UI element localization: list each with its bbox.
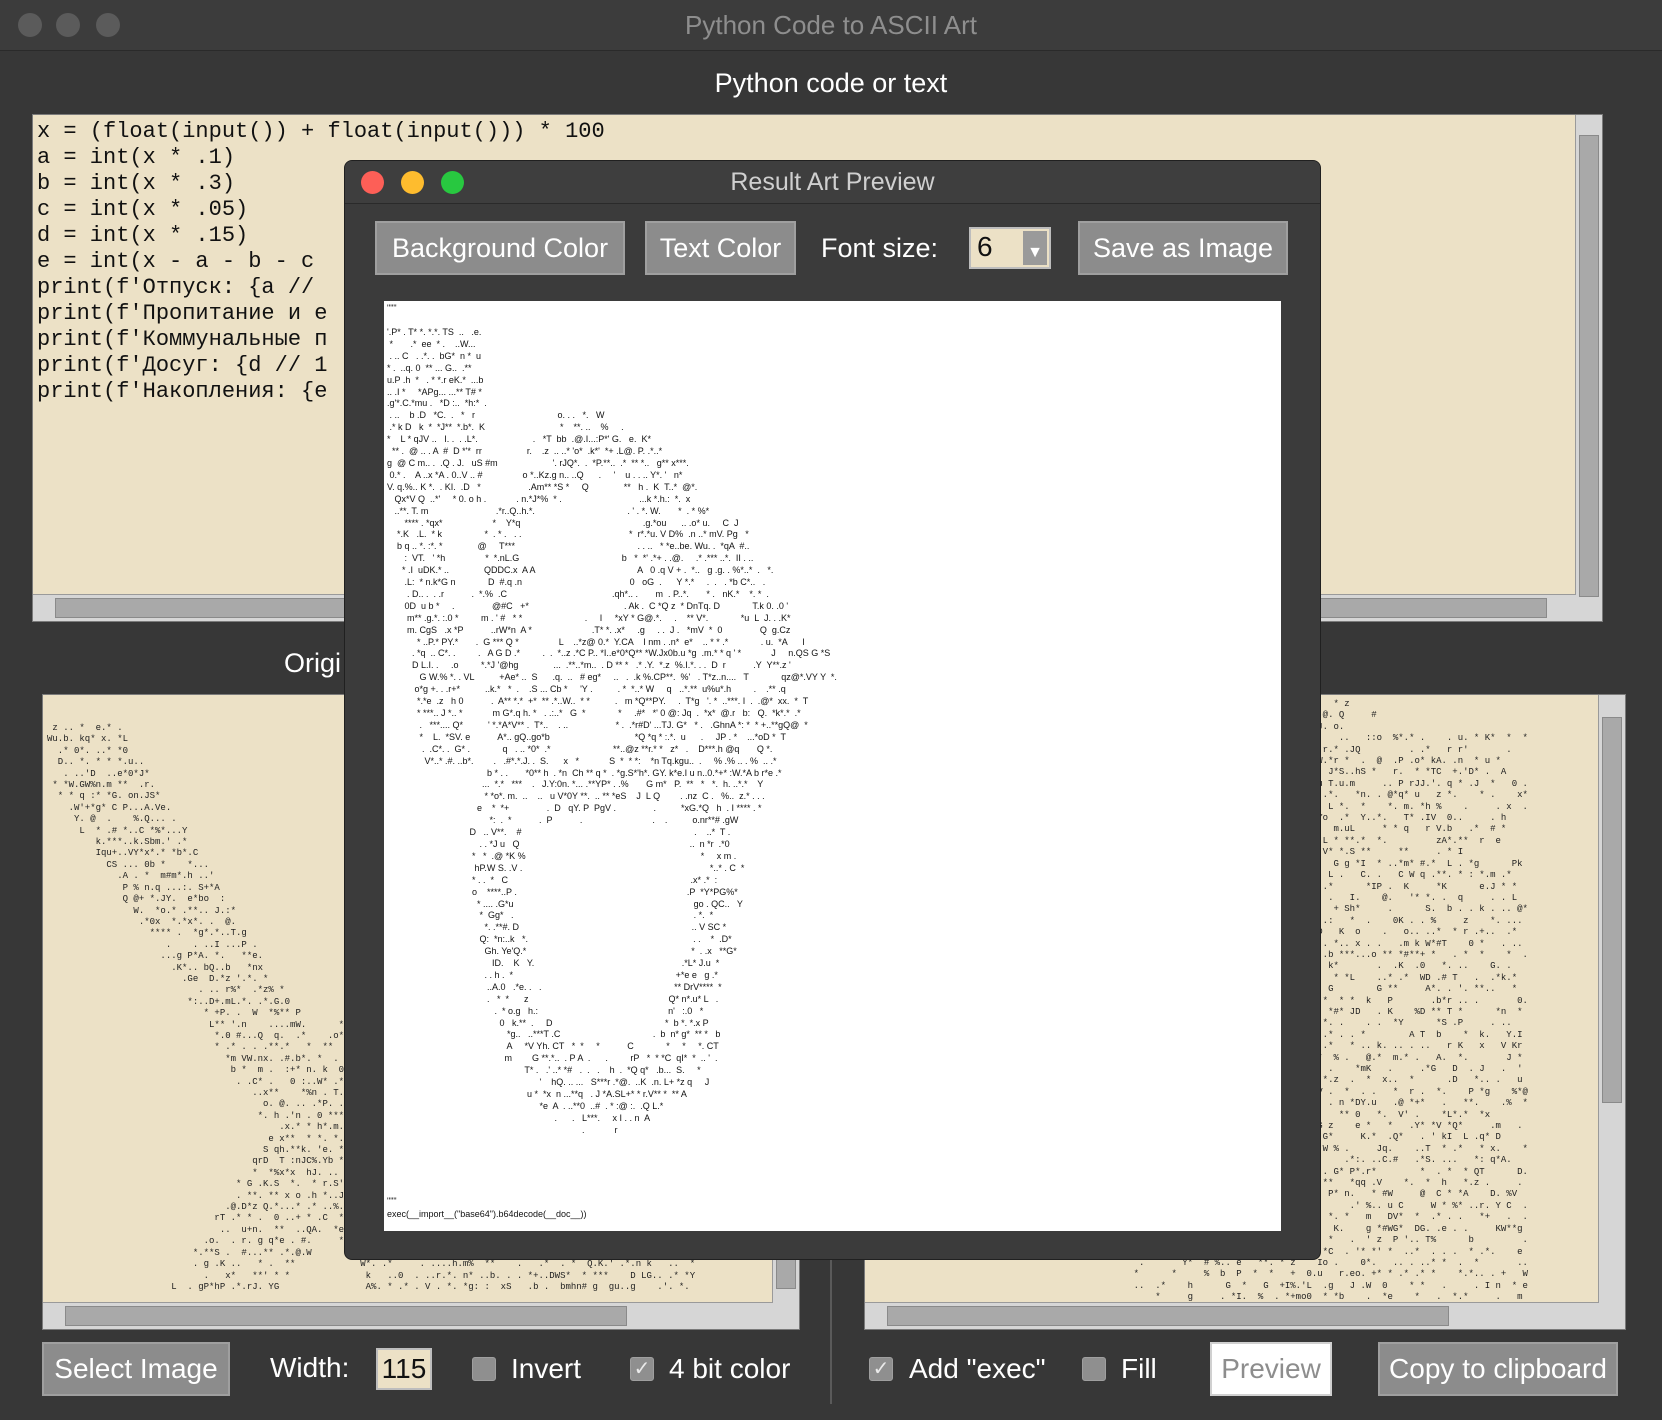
art-bottom-quotes: """ [387,1196,397,1206]
bottom-divider [830,1258,832,1404]
result-horizontal-scrollbar[interactable] [865,1302,1599,1329]
invert-checkbox[interactable] [472,1357,496,1381]
art-top-quotes: """ [387,303,397,313]
four-bit-checkbox[interactable]: ✓ [630,1357,654,1381]
fill-label: Fill [1121,1353,1157,1384]
add-exec-label: Add "exec" [909,1353,1046,1384]
original-section-title: Origi [284,648,342,678]
art-exec-line: exec(__import__("base64").b64decode(__do… [387,1209,587,1219]
dialog-title: Result Art Preview [730,168,935,196]
background-color-button[interactable]: Background Color [375,221,625,275]
invert-label: Invert [511,1353,582,1384]
chevron-down-icon[interactable]: ▼ [1023,231,1047,265]
original-hscroll-thumb[interactable] [65,1306,627,1326]
result-preview-dialog: Result Art Preview Background Color Text… [344,160,1321,1260]
font-size-select[interactable]: 6 ▼ [969,227,1051,269]
code-vscroll-thumb[interactable] [1579,135,1599,597]
original-horizontal-scrollbar[interactable] [43,1302,773,1329]
result-vscroll-thumb[interactable] [1602,717,1622,1103]
window-title: Python Code to ASCII Art [685,10,977,40]
add-exec-checkbox[interactable]: ✓ [869,1357,893,1381]
fill-checkbox[interactable] [1082,1357,1106,1381]
dialog-titlebar: Result Art Preview [345,161,1320,204]
select-image-button[interactable]: Select Image [42,1342,230,1396]
ascii-art-canvas: """ '.P* . T* *. *.*. TS .. .e. * .* ee … [384,301,1281,1231]
copy-to-clipboard-button[interactable]: Copy to clipboard [1378,1342,1618,1396]
result-hscroll-thumb[interactable] [887,1306,1449,1326]
preview-ascii-art: '.P* . T* *. *.*. TS .. .e. * .* ee * . … [387,327,837,1135]
width-input[interactable] [376,1348,432,1390]
four-bit-label: 4 bit color [669,1353,791,1384]
result-vertical-scrollbar[interactable] [1598,695,1625,1329]
font-size-label: Font size: [821,233,939,263]
code-vertical-scrollbar[interactable] [1575,115,1602,621]
code-section-title: Python code or text [714,68,948,98]
main-titlebar: Python Code to ASCII Art [0,0,1662,51]
code-line: x = (float(input()) + float(input())) * … [37,119,605,144]
preview-button[interactable]: Preview [1210,1342,1332,1396]
width-label: Width: [270,1352,350,1383]
font-size-value: 6 [977,231,993,262]
text-color-button[interactable]: Text Color [645,221,796,275]
save-as-image-button[interactable]: Save as Image [1078,221,1288,275]
